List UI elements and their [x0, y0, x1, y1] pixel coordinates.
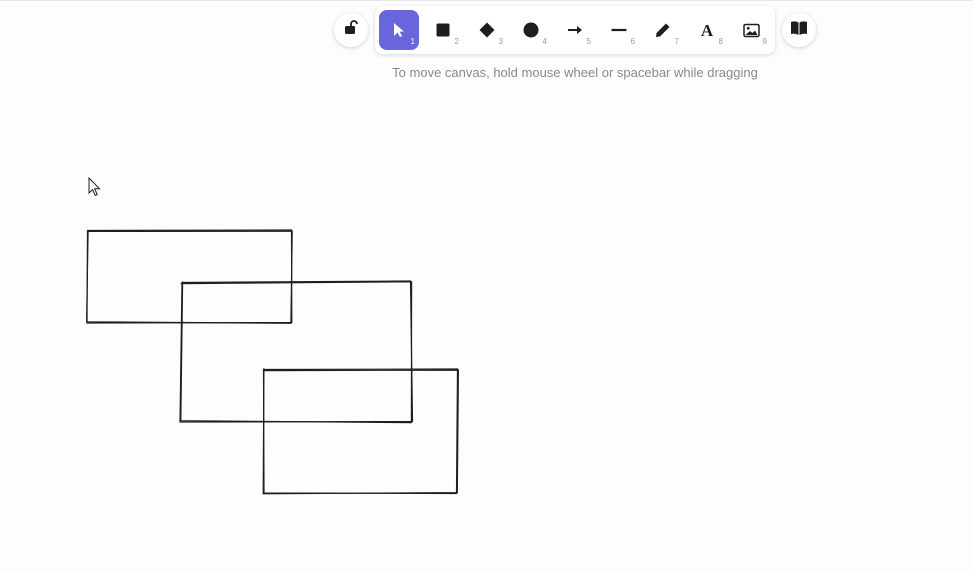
tool-shortcut: 7 — [674, 37, 679, 46]
tool-pencil[interactable]: 7 — [643, 10, 683, 50]
image-icon — [742, 23, 760, 38]
rectangle-shape-3[interactable] — [262, 368, 460, 495]
drawing-canvas[interactable] — [0, 1, 973, 571]
tool-shortcut: 8 — [718, 37, 723, 46]
tool-line[interactable]: 6 — [599, 10, 639, 50]
rectangle-shape-1[interactable] — [85, 229, 293, 324]
lock-open-icon — [343, 19, 359, 41]
tool-shortcut: 3 — [498, 37, 503, 46]
shape-toolbar: 1 2 3 4 5 6 7 A 8 9 — [375, 6, 775, 54]
tool-shortcut: 6 — [630, 37, 635, 46]
ellipse-icon — [523, 22, 539, 38]
selection-arrow-icon — [392, 22, 406, 38]
mouse-cursor-icon — [88, 176, 102, 202]
tool-ellipse[interactable]: 4 — [511, 10, 551, 50]
tool-arrow[interactable]: 5 — [555, 10, 595, 50]
tool-image[interactable]: 9 — [731, 10, 771, 50]
svg-text:A: A — [701, 22, 714, 38]
lock-button[interactable] — [334, 13, 368, 47]
tool-shortcut: 4 — [542, 37, 547, 46]
canvas-hint: To move canvas, hold mouse wheel or spac… — [392, 65, 758, 80]
tool-diamond[interactable]: 3 — [467, 10, 507, 50]
diamond-icon — [479, 22, 495, 38]
pencil-icon — [655, 22, 671, 38]
rectangle-icon — [435, 22, 451, 38]
arrow-icon — [567, 22, 583, 38]
tool-rectangle[interactable]: 2 — [423, 10, 463, 50]
tool-shortcut: 1 — [410, 37, 415, 46]
rectangle-shape-2[interactable] — [179, 280, 414, 424]
tool-shortcut: 9 — [762, 37, 767, 46]
text-icon: A — [699, 22, 715, 38]
tool-shortcut: 5 — [586, 37, 591, 46]
book-icon — [790, 20, 808, 41]
tool-shortcut: 2 — [454, 37, 459, 46]
tool-text[interactable]: A 8 — [687, 10, 727, 50]
tool-selection[interactable]: 1 — [379, 10, 419, 50]
library-button[interactable] — [782, 13, 816, 47]
line-icon — [611, 22, 627, 38]
